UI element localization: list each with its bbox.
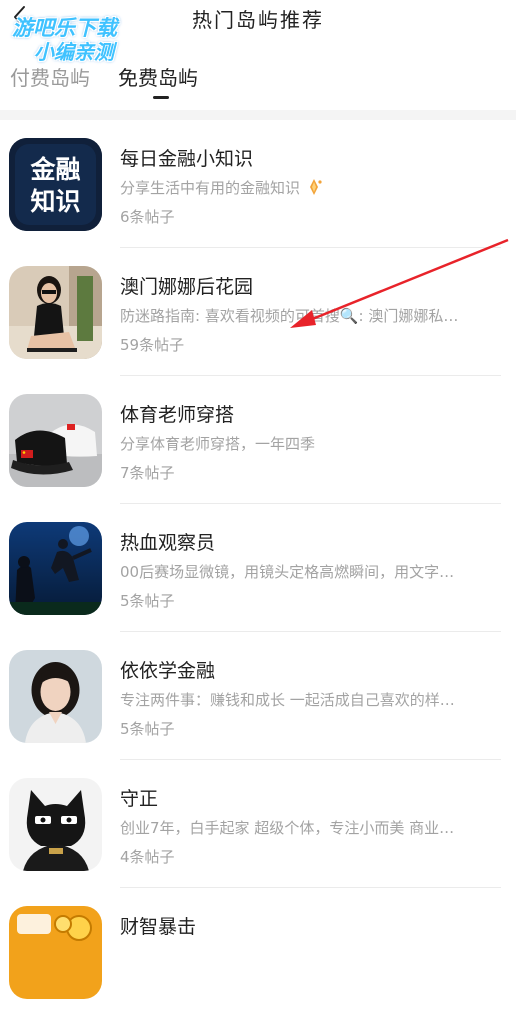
header: 热门岛屿推荐 游吧乐下载 小编亲测 付费岛屿 免费岛屿 <box>0 0 516 110</box>
island-title: 依依学金融 <box>120 660 216 682</box>
island-description: 创业7年，白手起家 超级个体，专注小而美 商业… <box>120 819 455 837</box>
island-description: 防迷路指南: 喜欢看视频的可首搜🔍: 澳门娜娜私… <box>120 307 459 325</box>
island-description: 分享体育老师穿搭，一年四季 <box>120 435 316 453</box>
woman-portrait-avatar-image <box>9 266 102 359</box>
post-count: 5条帖子 <box>120 720 175 738</box>
island-item-finance-tips[interactable]: 金融 知识 每日金融小知识 分享生活中有用的金融知识 6条帖子 <box>0 120 516 248</box>
post-count: 7条帖子 <box>120 464 175 482</box>
tab-free-islands[interactable]: 免费岛屿 <box>118 62 198 91</box>
avatar <box>9 906 102 999</box>
avatar <box>9 778 102 871</box>
island-item-yiyi-finance[interactable]: 依依学金融 专注两件事：赚钱和成长 一起活成自己喜欢的样… 5条帖子 <box>0 632 516 760</box>
active-tab-indicator <box>153 96 169 99</box>
island-title: 每日金融小知识 <box>120 148 254 170</box>
football-players-avatar-image <box>9 522 102 615</box>
avatar: 金融 知识 <box>9 138 102 231</box>
island-title: 守正 <box>120 788 159 810</box>
island-item-macau-nana[interactable]: 澳门娜娜后花园 防迷路指南: 喜欢看视频的可首搜🔍: 澳门娜娜私… 59条帖子 <box>0 248 516 376</box>
island-title: 热血观察员 <box>120 532 216 554</box>
island-title: 财智暴击 <box>120 916 197 938</box>
woman-headshot-avatar-image <box>9 650 102 743</box>
post-count: 6条帖子 <box>120 208 175 226</box>
avatar <box>9 650 102 743</box>
post-count: 4条帖子 <box>120 848 175 866</box>
island-item-shouzheng[interactable]: 守正 创业7年，白手起家 超级个体，专注小而美 商业… 4条帖子 <box>0 760 516 888</box>
section-divider <box>0 110 516 120</box>
island-item-hot-blood-observer[interactable]: 热血观察员 00后赛场显微镜，用镜头定格高燃瞬间，用文字… 5条帖子 <box>0 504 516 632</box>
island-item-caizhi-baoji[interactable]: 财智暴击 <box>0 888 516 1016</box>
island-title: 澳门娜娜后花园 <box>120 276 254 298</box>
island-description: 分享生活中有用的金融知识 <box>120 177 500 198</box>
post-count: 5条帖子 <box>120 592 175 610</box>
tab-paid-islands[interactable]: 付费岛屿 <box>10 62 90 91</box>
island-description: 00后赛场显微镜，用镜头定格高燃瞬间，用文字… <box>120 563 455 581</box>
island-description: 专注两件事：赚钱和成长 一起活成自己喜欢的样… <box>120 691 455 709</box>
avatar <box>9 266 102 359</box>
diamond-sparkle-icon <box>309 179 322 195</box>
island-description-text: 分享生活中有用的金融知识 <box>120 179 301 197</box>
island-item-pe-teacher-outfits[interactable]: 体育老师穿搭 分享体育老师穿搭，一年四季 7条帖子 <box>0 376 516 504</box>
avatar <box>9 522 102 615</box>
caps-avatar-image <box>9 394 102 487</box>
avatar <box>9 394 102 487</box>
watermark-logo: 游吧乐下载 小编亲测 <box>8 12 158 64</box>
cartoon-cat-avatar-image <box>9 778 102 871</box>
avatar-text-line-1: 金融 <box>29 155 80 184</box>
island-title: 体育老师穿搭 <box>120 404 235 426</box>
avatar-text-line-2: 知识 <box>30 187 80 216</box>
post-count: 59条帖子 <box>120 336 185 354</box>
finance-knowledge-avatar-image: 金融 知识 <box>9 138 102 231</box>
watermark-line-2: 小编亲测 <box>34 40 114 64</box>
gold-coins-avatar-image <box>9 906 102 999</box>
